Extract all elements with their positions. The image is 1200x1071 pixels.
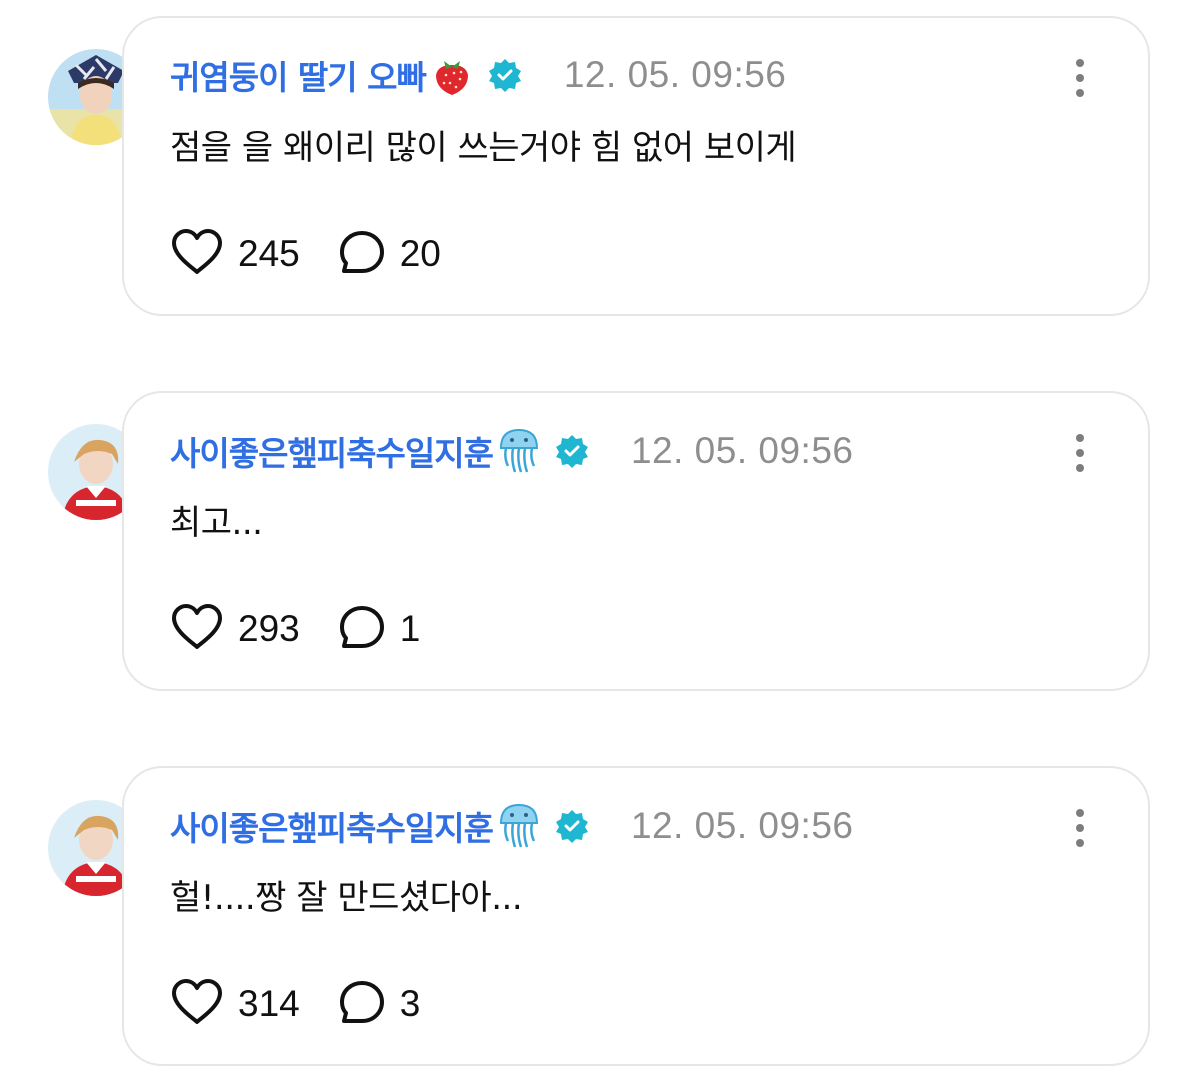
verified-badge-icon	[555, 809, 589, 843]
comment-actions: 293 1	[170, 603, 420, 655]
username[interactable]: 사이좋은햎피축수일지훈	[170, 427, 494, 475]
timestamp: 12. 05. 09:56	[630, 430, 854, 471]
timestamp: 12. 05. 09:56	[563, 54, 787, 95]
speech-bubble-icon	[338, 229, 386, 279]
reply-count: 3	[399, 983, 421, 1024]
more-vertical-icon[interactable]	[1070, 808, 1090, 848]
comment-actions: 314 3	[170, 978, 420, 1030]
jellyfish-icon	[497, 426, 541, 476]
comment-text: 점을 을 왜이리 많이 쓰는거야 힘 없어 보이게	[170, 128, 797, 168]
comment-header: 사이좋은햎피축수일지훈 12. 05. 09:56	[170, 426, 854, 476]
like-button[interactable]: 293	[170, 603, 300, 655]
strawberry-icon	[430, 53, 474, 97]
more-vertical-icon[interactable]	[1070, 433, 1090, 473]
reply-count: 20	[399, 233, 441, 274]
reply-count: 1	[399, 608, 421, 649]
speech-bubble-icon	[338, 604, 386, 654]
comment-header: 귀염둥이 딸기 오빠 12. 05. 09:56	[170, 51, 786, 99]
reply-button[interactable]: 20	[338, 229, 441, 279]
like-count: 245	[238, 233, 300, 274]
reply-button[interactable]: 3	[338, 979, 421, 1029]
verified-badge-icon	[555, 434, 589, 468]
like-count: 293	[238, 608, 300, 649]
comment-header: 사이좋은햎피축수일지훈 12. 05. 09:56	[170, 801, 854, 851]
verified-badge-icon	[488, 58, 522, 92]
reply-button[interactable]: 1	[338, 604, 421, 654]
username[interactable]: 사이좋은햎피축수일지훈	[170, 802, 494, 850]
heart-icon	[170, 603, 224, 655]
like-count: 314	[238, 983, 300, 1024]
comment-feed: 귀염둥이 딸기 오빠 12. 05. 09:56 점을 을 왜이리 많이 쓰는거…	[0, 0, 1200, 1071]
comment-text: 헐!....짱 잘 만드셨다아...	[170, 878, 523, 918]
username[interactable]: 귀염둥이 딸기 오빠	[170, 51, 427, 99]
timestamp: 12. 05. 09:56	[630, 805, 854, 846]
comment-text: 최고...	[170, 503, 263, 543]
comment-card: 사이좋은햎피축수일지훈 12. 05. 09:56	[122, 766, 1150, 1066]
comment-card: 사이좋은햎피축수일지훈 12. 05. 09:56	[122, 391, 1150, 691]
heart-icon	[170, 228, 224, 280]
speech-bubble-icon	[338, 979, 386, 1029]
comment-actions: 245 20	[170, 228, 441, 280]
more-vertical-icon[interactable]	[1070, 58, 1090, 98]
like-button[interactable]: 314	[170, 978, 300, 1030]
jellyfish-icon	[497, 801, 541, 851]
like-button[interactable]: 245	[170, 228, 300, 280]
heart-icon	[170, 978, 224, 1030]
comment-card: 귀염둥이 딸기 오빠 12. 05. 09:56 점을 을 왜이리 많이 쓰는거…	[122, 16, 1150, 316]
